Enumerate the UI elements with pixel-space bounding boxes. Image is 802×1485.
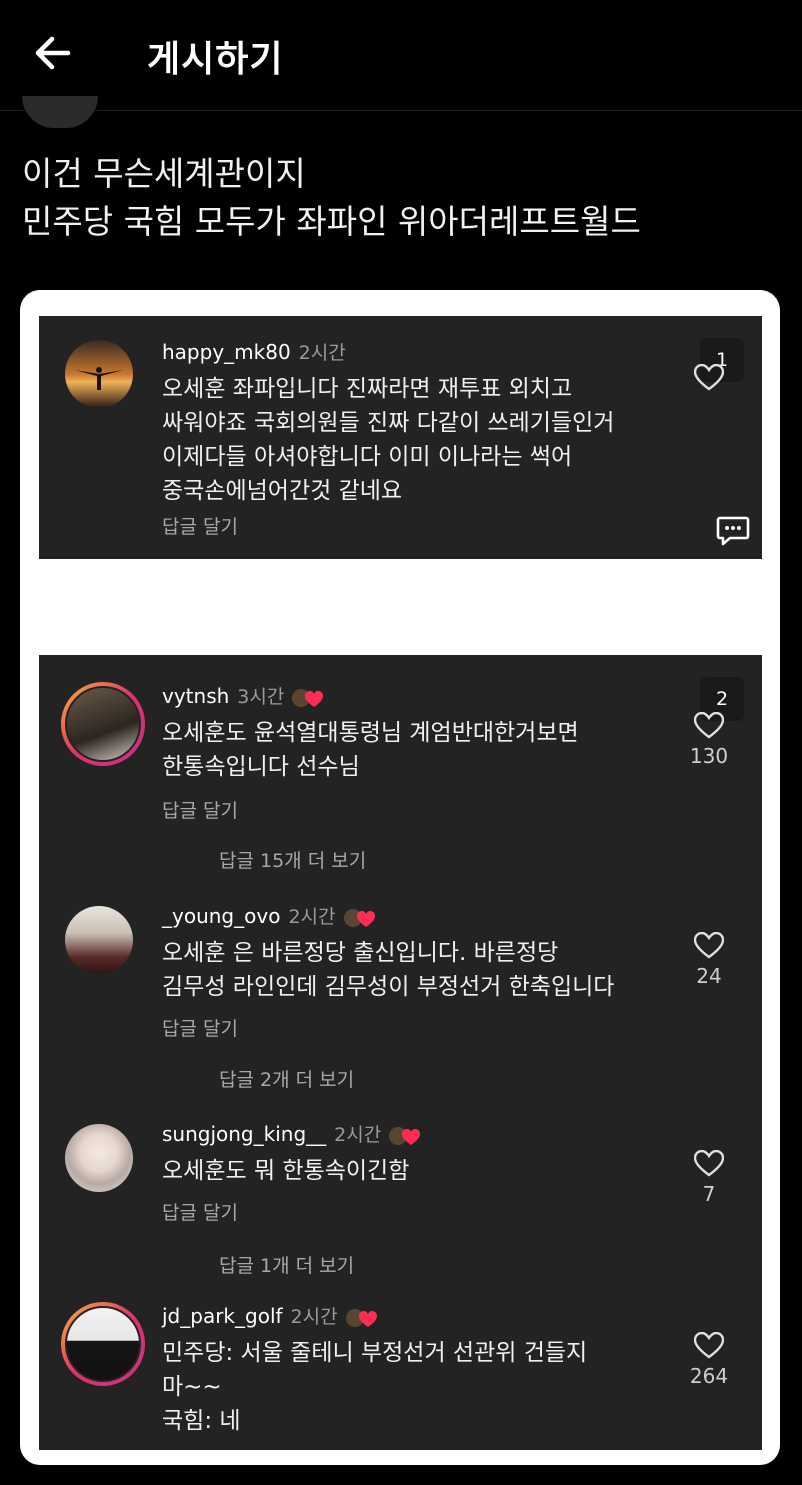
comment-text: 오세훈도 뭐 한통속이긴함 [162,1158,410,1184]
comment-username[interactable]: jd_park_golf [162,1304,283,1328]
top-bar: 게시하기 [0,0,802,111]
comment-time: 2시간 [288,906,336,928]
like-group: 24 [684,932,734,988]
comment-text: 오세훈 좌파입니다 진짜라면 재투표 외치고 싸워야죠 국회의원들 진짜 다같이… [162,376,615,504]
comment-username[interactable]: vytnsh [162,684,229,708]
comment-text: 오세훈 은 바른정당 출신입니다. 바른정당 김무성 라인인데 김무성이 부정선… [162,940,615,1000]
avatar-sunset-image [65,340,133,408]
heart-icon[interactable] [694,1332,724,1360]
page-title: 게시하기 [147,39,284,80]
comment-header: _young_ovo 2시간 [162,902,382,929]
avatar[interactable] [65,340,133,408]
back-button[interactable] [30,30,80,76]
avatar[interactable] [61,682,145,766]
view-more-replies[interactable]: 답글 1개 더 보기 [219,1251,354,1278]
comment-time: 3시간 [237,686,285,708]
heart-icon[interactable] [694,712,724,740]
like-group: 130 [684,712,734,768]
author-avatar[interactable] [22,96,98,128]
view-more-replies[interactable]: 답글 2개 더 보기 [219,1065,354,1092]
embedded-screenshot-card: happy_mk80 2시간 오세훈 좌파입니다 진짜라면 재투표 외치고 싸워야… [20,290,780,1465]
like-count: 24 [696,964,722,988]
creator-liked-icon [345,1308,377,1327]
comment-username[interactable]: sungjong_king__ [162,1122,326,1146]
comment-time: 2시간 [334,1124,382,1146]
avatar-photo [65,686,141,762]
avatar-photo [65,1306,141,1382]
creator-liked-icon [343,908,375,927]
reply-button[interactable]: 답글 달기 [162,1198,238,1225]
creator-heart-badge [387,1125,427,1147]
author-handle[interactable] [130,98,370,114]
heart-icon[interactable] [694,364,724,392]
comment-header: vytnsh 3시간 [162,682,330,709]
heart-icon[interactable] [694,932,724,960]
avatar[interactable] [61,1302,145,1386]
like-group: 7 [684,1150,734,1206]
creator-liked-icon [389,1126,421,1145]
reply-button[interactable]: 답글 달기 [162,1014,238,1041]
comment-header: sungjong_king__ 2시간 [162,1120,427,1147]
comment-text: 민주당: 서울 줄테니 부정선거 선관위 건들지 마~~ 국힘: 네 [162,1340,588,1434]
creator-heart-badge [342,907,382,929]
comment-time: 2시간 [298,342,346,364]
comment-panel-1: happy_mk80 2시간 오세훈 좌파입니다 진짜라면 재투표 외치고 싸워야… [39,316,762,559]
view-more-replies[interactable]: 답글 15개 더 보기 [219,846,366,873]
reply-button[interactable]: 답글 달기 [162,796,238,823]
back-arrow-icon [35,36,71,70]
comment-time: 2시간 [290,1306,338,1328]
chat-bubble-icon[interactable] [716,515,750,547]
comment-text: 오세훈도 윤석열대통령님 계엄반대한거보면 한통속입니다 선수님 [162,720,579,780]
comment-username[interactable]: _young_ovo [162,904,280,928]
like-count: 264 [689,1364,729,1388]
comment-header: happy_mk80 2시간 [162,338,346,365]
comment-username[interactable]: happy_mk80 [162,340,291,364]
like-group: 264 [684,1332,734,1388]
creator-heart-badge [344,1307,384,1329]
like-count: 7 [702,1182,716,1206]
creator-liked-icon [292,688,324,707]
avatar-photo [65,1124,133,1192]
heart-icon[interactable] [694,1150,724,1178]
comment-panel-2: 2 vytnsh 3시간 오세훈도 윤석열대통령님 계엄반대한거보면 한통속입니다… [39,655,762,1450]
avatar[interactable] [65,1124,133,1192]
like-count: 130 [689,744,729,768]
comment-header: jd_park_golf 2시간 [162,1302,384,1329]
creator-heart-badge [290,687,330,709]
post-text: 이건 무슨세계관이지 민주당 국힘 모두가 좌파인 위아더레프트월드 [22,154,641,241]
avatar-photo [65,906,133,974]
reply-button[interactable]: 답글 달기 [162,512,238,539]
avatar[interactable] [65,906,133,974]
